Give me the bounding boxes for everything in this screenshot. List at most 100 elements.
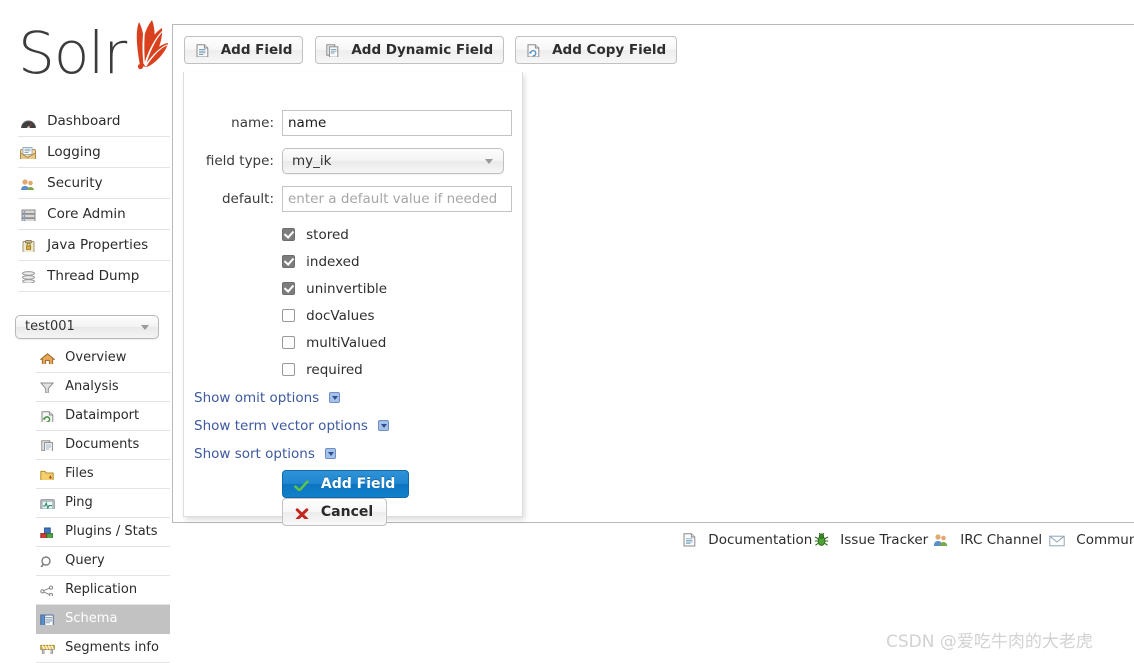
field-type-select[interactable]: my_ik	[282, 148, 504, 174]
add-dynamic-field-button[interactable]: Add Dynamic Field	[314, 36, 505, 64]
files-folder-icon	[38, 465, 56, 480]
sidebar-item-ping[interactable]: Ping	[36, 489, 170, 518]
add-field-button[interactable]: Add Field	[184, 36, 304, 64]
add-field-icon	[193, 41, 211, 57]
add-field-form: name: field type: my_ik default: stored …	[183, 72, 524, 526]
main-nav: Dashboard Logging Security Core Admin Ja…	[18, 106, 170, 292]
sidebar-item-label: Query	[65, 553, 105, 568]
submit-add-field-label: Add Field	[320, 476, 396, 492]
query-magnifier-icon	[38, 552, 56, 567]
footer-link-community[interactable]: Community	[1048, 529, 1134, 551]
sidebar-item-label: Ping	[65, 495, 93, 510]
logging-icon	[18, 143, 38, 159]
checkbox-required[interactable]: required	[282, 360, 363, 380]
sidebar-item-label: Security	[47, 175, 103, 191]
ping-icon	[38, 494, 56, 509]
core-selector[interactable]: test001	[15, 315, 159, 339]
footer-link-community-label: Community	[1076, 532, 1134, 548]
default-input[interactable]	[282, 186, 512, 212]
sidebar-item-query[interactable]: Query	[36, 547, 170, 576]
checkbox-multivalued-label: multiValued	[306, 335, 387, 351]
show-omit-options-link[interactable]: Show omit options	[194, 389, 341, 407]
sidebar-item-overview[interactable]: Overview	[36, 344, 170, 373]
sidebar-item-label: Schema	[65, 611, 118, 626]
add-copy-field-button[interactable]: Add Copy Field	[515, 36, 678, 64]
footer-link-documentation[interactable]: Documentation	[680, 529, 812, 551]
checkbox-docvalues-box[interactable]	[282, 309, 295, 322]
sidebar-item-dataimport[interactable]: Dataimport	[36, 402, 170, 431]
bug-icon	[812, 532, 830, 547]
sidebar-item-plugins-stats[interactable]: Plugins / Stats	[36, 518, 170, 547]
watermark: CSDN @爱吃牛肉的大老虎	[886, 632, 1093, 652]
footer-link-irc-channel-label: IRC Channel	[960, 532, 1043, 548]
sidebar-item-security[interactable]: Security	[18, 168, 170, 199]
sidebar-item-replication[interactable]: Replication	[36, 576, 170, 605]
name-row: name:	[184, 110, 524, 138]
default-row: default:	[184, 186, 524, 214]
documentation-icon	[680, 532, 698, 547]
checkbox-multivalued-box[interactable]	[282, 336, 295, 349]
sidebar-item-logging[interactable]: Logging	[18, 137, 170, 168]
content-area: Add Field Add Dynamic Field Add Copy Fie…	[172, 24, 1134, 526]
chevron-down-icon	[485, 159, 493, 164]
checkbox-uninvertible[interactable]: uninvertible	[282, 279, 387, 299]
sidebar-item-core-admin[interactable]: Core Admin	[18, 199, 170, 230]
sidebar-item-dashboard[interactable]: Dashboard	[18, 106, 170, 137]
sidebar-item-documents[interactable]: Documents	[36, 431, 170, 460]
footer-link-documentation-label: Documentation	[708, 532, 813, 548]
cancel-button[interactable]: Cancel	[282, 498, 388, 526]
sidebar-item-analysis[interactable]: Analysis	[36, 373, 170, 402]
sidebar-item-label: Thread Dump	[47, 268, 140, 284]
core-admin-icon	[18, 205, 38, 221]
checkbox-required-box[interactable]	[282, 363, 295, 376]
checkbox-uninvertible-box[interactable]	[282, 282, 295, 295]
plugins-stats-icon	[38, 523, 56, 538]
checkbox-indexed[interactable]: indexed	[282, 252, 360, 272]
sidebar-item-segments-info[interactable]: Segments info	[36, 634, 170, 663]
solr-logo[interactable]: Solr	[18, 14, 168, 100]
sidebar-item-label: Files	[65, 466, 94, 481]
checkbox-stored-label: stored	[306, 227, 349, 243]
sidebar-item-files[interactable]: Files	[36, 460, 170, 489]
show-sort-options-link[interactable]: Show sort options	[194, 445, 337, 463]
show-term-vector-options-label: Show term vector options	[194, 418, 368, 434]
overview-home-icon	[38, 349, 56, 364]
checkbox-stored[interactable]: stored	[282, 225, 349, 245]
sidebar-item-thread-dump[interactable]: Thread Dump	[18, 261, 170, 292]
sidebar: Solr Dashboard Logging Security Core Adm…	[0, 0, 172, 663]
sidebar-item-schema[interactable]: Schema	[36, 605, 170, 634]
checkbox-stored-box[interactable]	[282, 228, 295, 241]
footer: Documentation Issue Tracker IRC Channel	[172, 529, 1134, 553]
add-dynamic-field-button-label: Add Dynamic Field	[351, 42, 494, 58]
java-properties-icon	[18, 236, 38, 252]
checkbox-docvalues[interactable]: docValues	[282, 306, 375, 326]
dataimport-icon	[38, 407, 56, 422]
expand-toggle-icon[interactable]	[329, 392, 341, 403]
footer-link-irc-channel[interactable]: IRC Channel	[932, 529, 1042, 551]
sidebar-item-java-properties[interactable]: Java Properties	[18, 230, 170, 261]
submit-add-field-button[interactable]: Add Field	[282, 470, 410, 498]
add-dynamic-field-icon	[324, 41, 342, 57]
name-input[interactable]	[282, 110, 512, 136]
add-field-button-label: Add Field	[220, 42, 293, 58]
checkbox-multivalued[interactable]: multiValued	[282, 333, 386, 353]
checkbox-uninvertible-label: uninvertible	[306, 281, 388, 297]
mail-envelope-icon	[1048, 532, 1066, 547]
sidebar-item-label: Replication	[65, 582, 138, 597]
schema-book-icon	[38, 610, 56, 625]
checkbox-indexed-box[interactable]	[282, 255, 295, 268]
expand-toggle-icon[interactable]	[378, 420, 390, 431]
solr-burst-logo-icon	[136, 20, 168, 70]
schema-toolbar: Add Field Add Dynamic Field Add Copy Fie…	[184, 36, 684, 64]
sidebar-item-label: Java Properties	[47, 237, 149, 253]
sidebar-item-label: Documents	[65, 437, 140, 452]
field-type-value: my_ik	[292, 153, 332, 169]
footer-link-issue-tracker[interactable]: Issue Tracker	[812, 529, 928, 551]
field-type-row: field type: my_ik	[184, 148, 524, 176]
sidebar-item-label: Segments info	[65, 640, 159, 655]
red-x-icon	[293, 504, 310, 519]
expand-toggle-icon[interactable]	[325, 448, 337, 459]
sidebar-item-label: Overview	[65, 350, 127, 365]
show-term-vector-options-link[interactable]: Show term vector options	[194, 417, 390, 435]
checkbox-required-label: required	[306, 362, 363, 378]
